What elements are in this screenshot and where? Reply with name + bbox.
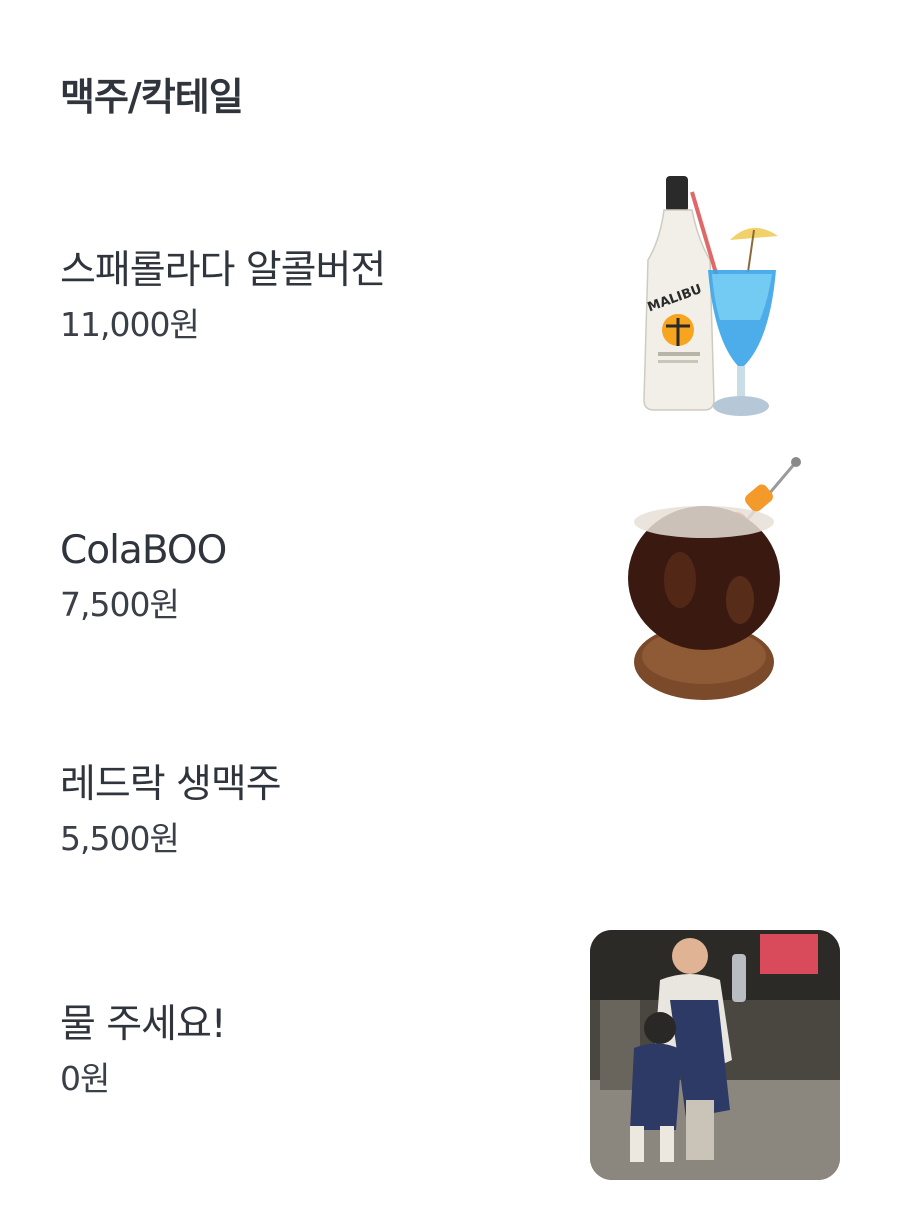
category-title: 맥주/칵테일 [60, 75, 244, 119]
menu-item-name: 레드락 생맥주 [60, 762, 282, 807]
menu-item-image [590, 930, 840, 1180]
menu-item-image [620, 450, 840, 710]
menu-item-colaboo[interactable]: ColaBOO 7,500원 [0, 450, 900, 710]
menu-item-text: ColaBOO 7,500원 [60, 528, 227, 624]
menu-item-text: 레드락 생맥주 5,500원 [60, 762, 282, 858]
menu-item-text: 물 주세요! 0원 [60, 1002, 227, 1098]
menu-item-redrock[interactable]: 레드락 생맥주 5,500원 [0, 700, 900, 960]
menu-item-name: 스패롤라다 알콜버전 [60, 248, 386, 293]
menu-item-price: 11,000원 [60, 304, 200, 344]
menu-item-sparrolada[interactable]: 스패롤라다 알콜버전 11,000원 MALIBU [0, 170, 900, 430]
menu-item-text: 스패롤라다 알콜버전 11,000원 [60, 248, 386, 344]
menu-item-name: ColaBOO [60, 528, 227, 573]
menu-item-price: 5,500원 [60, 818, 180, 858]
menu-item-price: 0원 [60, 1058, 110, 1098]
menu-item-image: MALIBU [620, 170, 840, 430]
menu-item-name: 물 주세요! [60, 1002, 227, 1047]
menu-item-price: 7,500원 [60, 584, 180, 624]
menu-item-water[interactable]: 물 주세요! 0원 [0, 930, 900, 1190]
